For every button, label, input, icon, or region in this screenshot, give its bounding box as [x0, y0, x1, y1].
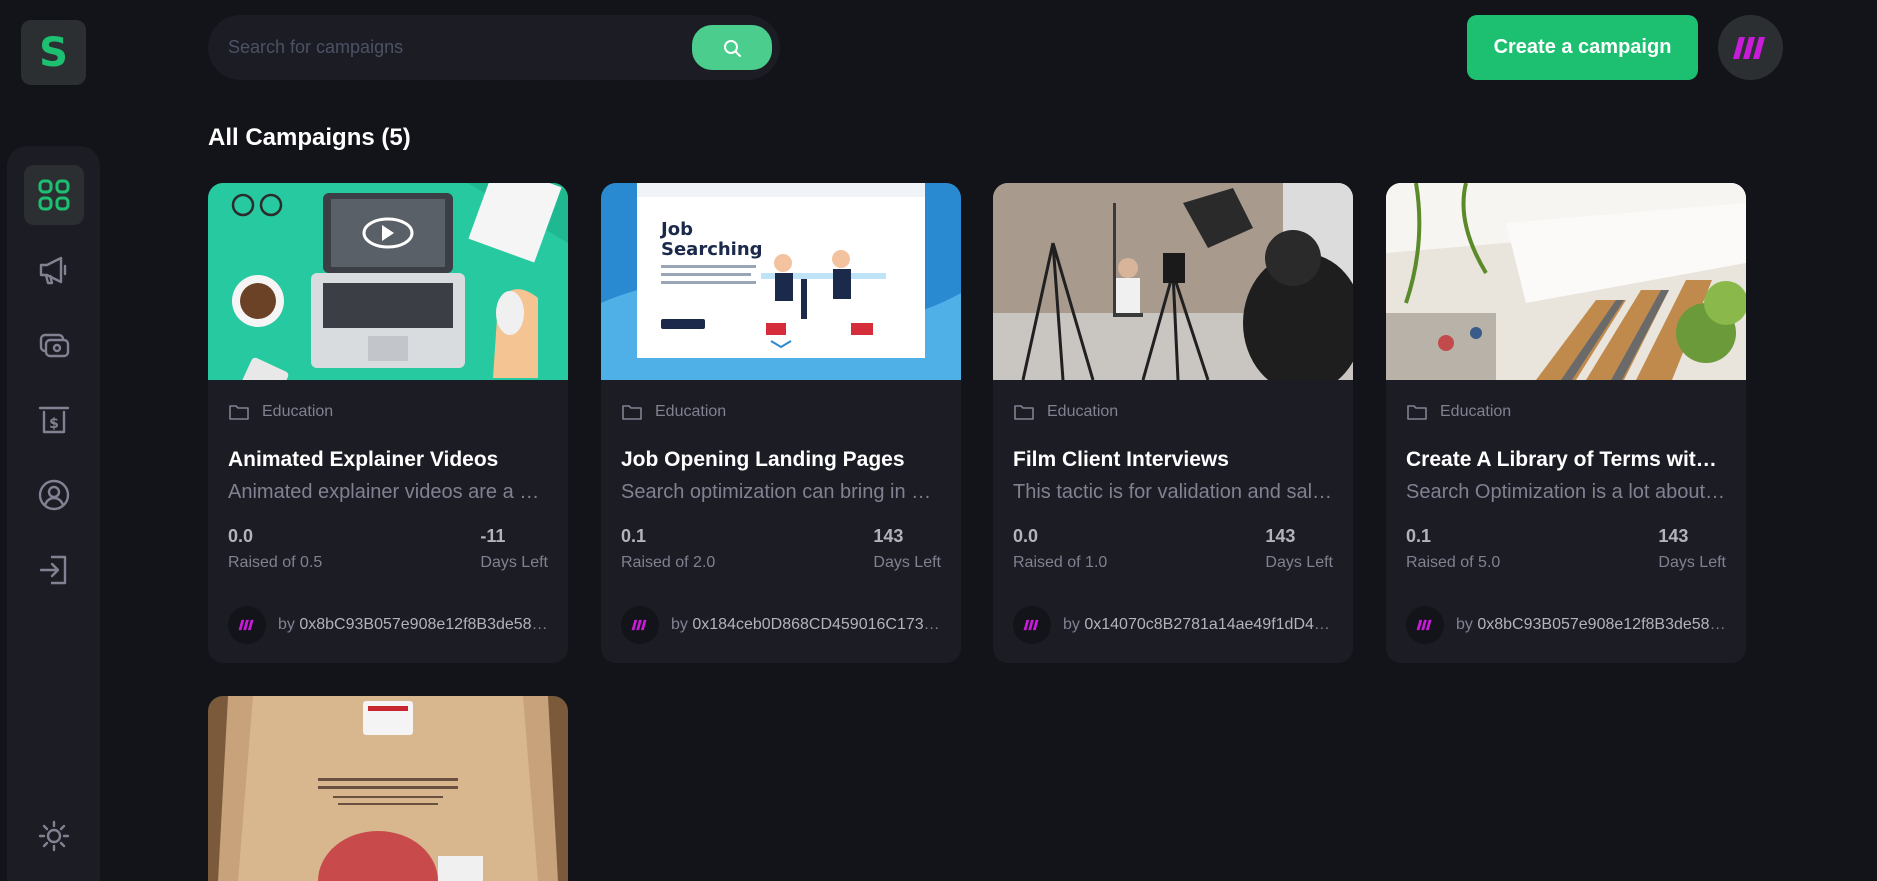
wallet-icon — [39, 333, 70, 358]
campaign-image — [208, 696, 568, 881]
owner-avatar — [621, 606, 659, 644]
sidebar-item-dashboard[interactable] — [24, 165, 84, 225]
raised-label: Raised of 5.0 — [1406, 554, 1501, 571]
days-left-label: Days Left — [1658, 554, 1726, 571]
raised-amount: 0.0 — [228, 526, 254, 546]
sidebar-item-withdraw[interactable]: $ — [24, 390, 84, 450]
days-left-value: 143 — [1265, 526, 1296, 546]
svg-text:$: $ — [49, 416, 59, 432]
svg-text:Searching: Searching — [661, 239, 763, 260]
owner-address: by 0x184ceb0D868CD459016C173521234567 — [671, 616, 941, 633]
owner-avatar — [1406, 606, 1444, 644]
brand-logo-icon — [238, 619, 254, 631]
folder-icon — [622, 405, 642, 420]
campaign-image — [993, 183, 1353, 380]
brand-logo-icon — [1023, 619, 1039, 631]
raised-amount: 0.1 — [1406, 526, 1432, 546]
days-left-value: 143 — [1658, 526, 1689, 546]
logo-letter: S — [39, 29, 68, 76]
raised-label: Raised of 0.5 — [228, 554, 323, 571]
days-left-label: Days Left — [480, 554, 548, 571]
sidebar: $ — [7, 146, 100, 881]
campaign-description: Search Optimization is a lot about keywo… — [1406, 481, 1726, 503]
owner-address: by 0x14070c8B2781a14ae49f1dD40212345 — [1063, 616, 1333, 633]
search-button[interactable] — [692, 25, 772, 70]
raised-label: Raised of 2.0 — [621, 554, 716, 571]
brand-logo-icon — [1416, 619, 1432, 631]
avatar[interactable] — [1718, 15, 1783, 80]
sidebar-item-campaign[interactable] — [24, 240, 84, 300]
brand-logo-icon — [631, 619, 647, 631]
user-icon — [38, 479, 70, 511]
sidebar-item-profile[interactable] — [24, 465, 84, 525]
campaign-category: Education — [655, 403, 727, 420]
search-input[interactable] — [228, 37, 668, 58]
campaign-title: Film Client Interviews — [1013, 448, 1229, 471]
raised-label: Raised of 1.0 — [1013, 554, 1108, 571]
megaphone-icon — [39, 256, 67, 285]
campaign-title: Job Opening Landing Pages — [621, 448, 905, 471]
campaign-card[interactable] — [208, 696, 568, 881]
campaign-image: Job Searching — [601, 183, 961, 380]
raised-amount: 0.0 — [1013, 526, 1039, 546]
campaign-image — [1386, 183, 1746, 380]
days-left-label: Days Left — [873, 554, 941, 571]
owner-avatar — [1013, 606, 1051, 644]
campaign-title: Animated Explainer Videos — [228, 448, 499, 471]
campaign-description: Animated explainer videos are a great wa… — [228, 481, 548, 503]
owner-address: by 0x8bC93B057e908e12f8B3de58612345678 — [278, 616, 548, 633]
create-campaign-button[interactable]: Create a campaign — [1467, 15, 1698, 80]
campaign-category: Education — [1047, 403, 1119, 420]
brand-logo-icon — [1732, 36, 1765, 59]
svg-text:Job: Job — [659, 219, 693, 240]
campaign-card[interactable]: Education Animated Explainer Videos Anim… — [208, 183, 568, 663]
folder-icon — [1407, 405, 1427, 420]
theme-toggle[interactable] — [24, 806, 84, 866]
sidebar-item-payment[interactable] — [24, 315, 84, 375]
days-left-value: -11 — [480, 526, 506, 546]
days-left-label: Days Left — [1265, 554, 1333, 571]
campaign-card[interactable]: Job Searching Education Job Opening Land… — [601, 183, 961, 663]
search-icon — [724, 39, 741, 57]
campaign-image — [208, 183, 568, 380]
folder-icon — [229, 405, 249, 420]
search-bar — [208, 15, 780, 80]
owner-avatar — [228, 606, 266, 644]
folder-icon — [1014, 405, 1034, 420]
campaign-card[interactable]: Education Film Client Interviews This ta… — [993, 183, 1353, 663]
raised-amount: 0.1 — [621, 526, 647, 546]
owner-address: by 0x8bC93B057e908e12f8B3de58612345678 — [1456, 616, 1726, 633]
campaign-description: This tactic is for validation and sales — [1013, 481, 1333, 503]
page-title: All Campaigns (5) — [208, 124, 411, 151]
campaign-card[interactable]: Education Create A Library of Terms with… — [1386, 183, 1746, 663]
withdraw-icon: $ — [38, 406, 70, 434]
app-logo[interactable]: S — [21, 20, 86, 85]
grid-icon — [38, 179, 70, 211]
logout-icon — [39, 555, 67, 585]
campaign-description: Search optimization can bring in more ca… — [621, 481, 941, 503]
campaign-category: Education — [262, 403, 334, 420]
days-left-value: 143 — [873, 526, 904, 546]
campaign-category: Education — [1440, 403, 1512, 420]
sidebar-item-logout[interactable] — [24, 540, 84, 600]
campaign-title: Create A Library of Terms with Definitio… — [1406, 448, 1726, 471]
sun-icon — [38, 820, 70, 852]
